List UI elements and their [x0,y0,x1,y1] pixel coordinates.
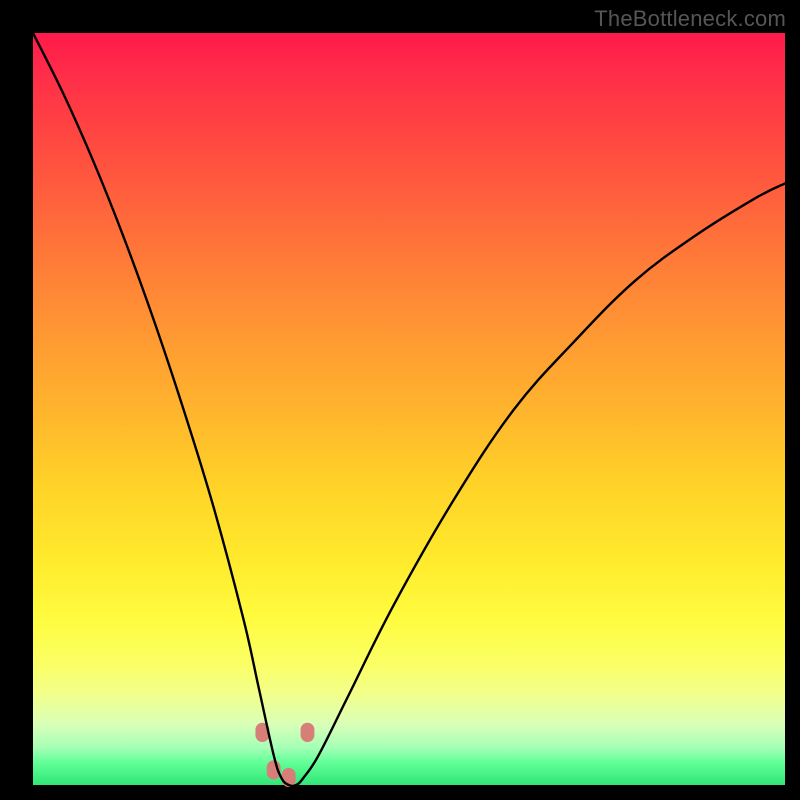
chart-frame: TheBottleneck.com [0,0,800,800]
watermark-text: TheBottleneck.com [594,6,786,32]
bottleneck-curve [33,33,785,786]
curve-marker [301,723,315,742]
markers-group [255,723,314,787]
chart-svg [33,33,785,785]
